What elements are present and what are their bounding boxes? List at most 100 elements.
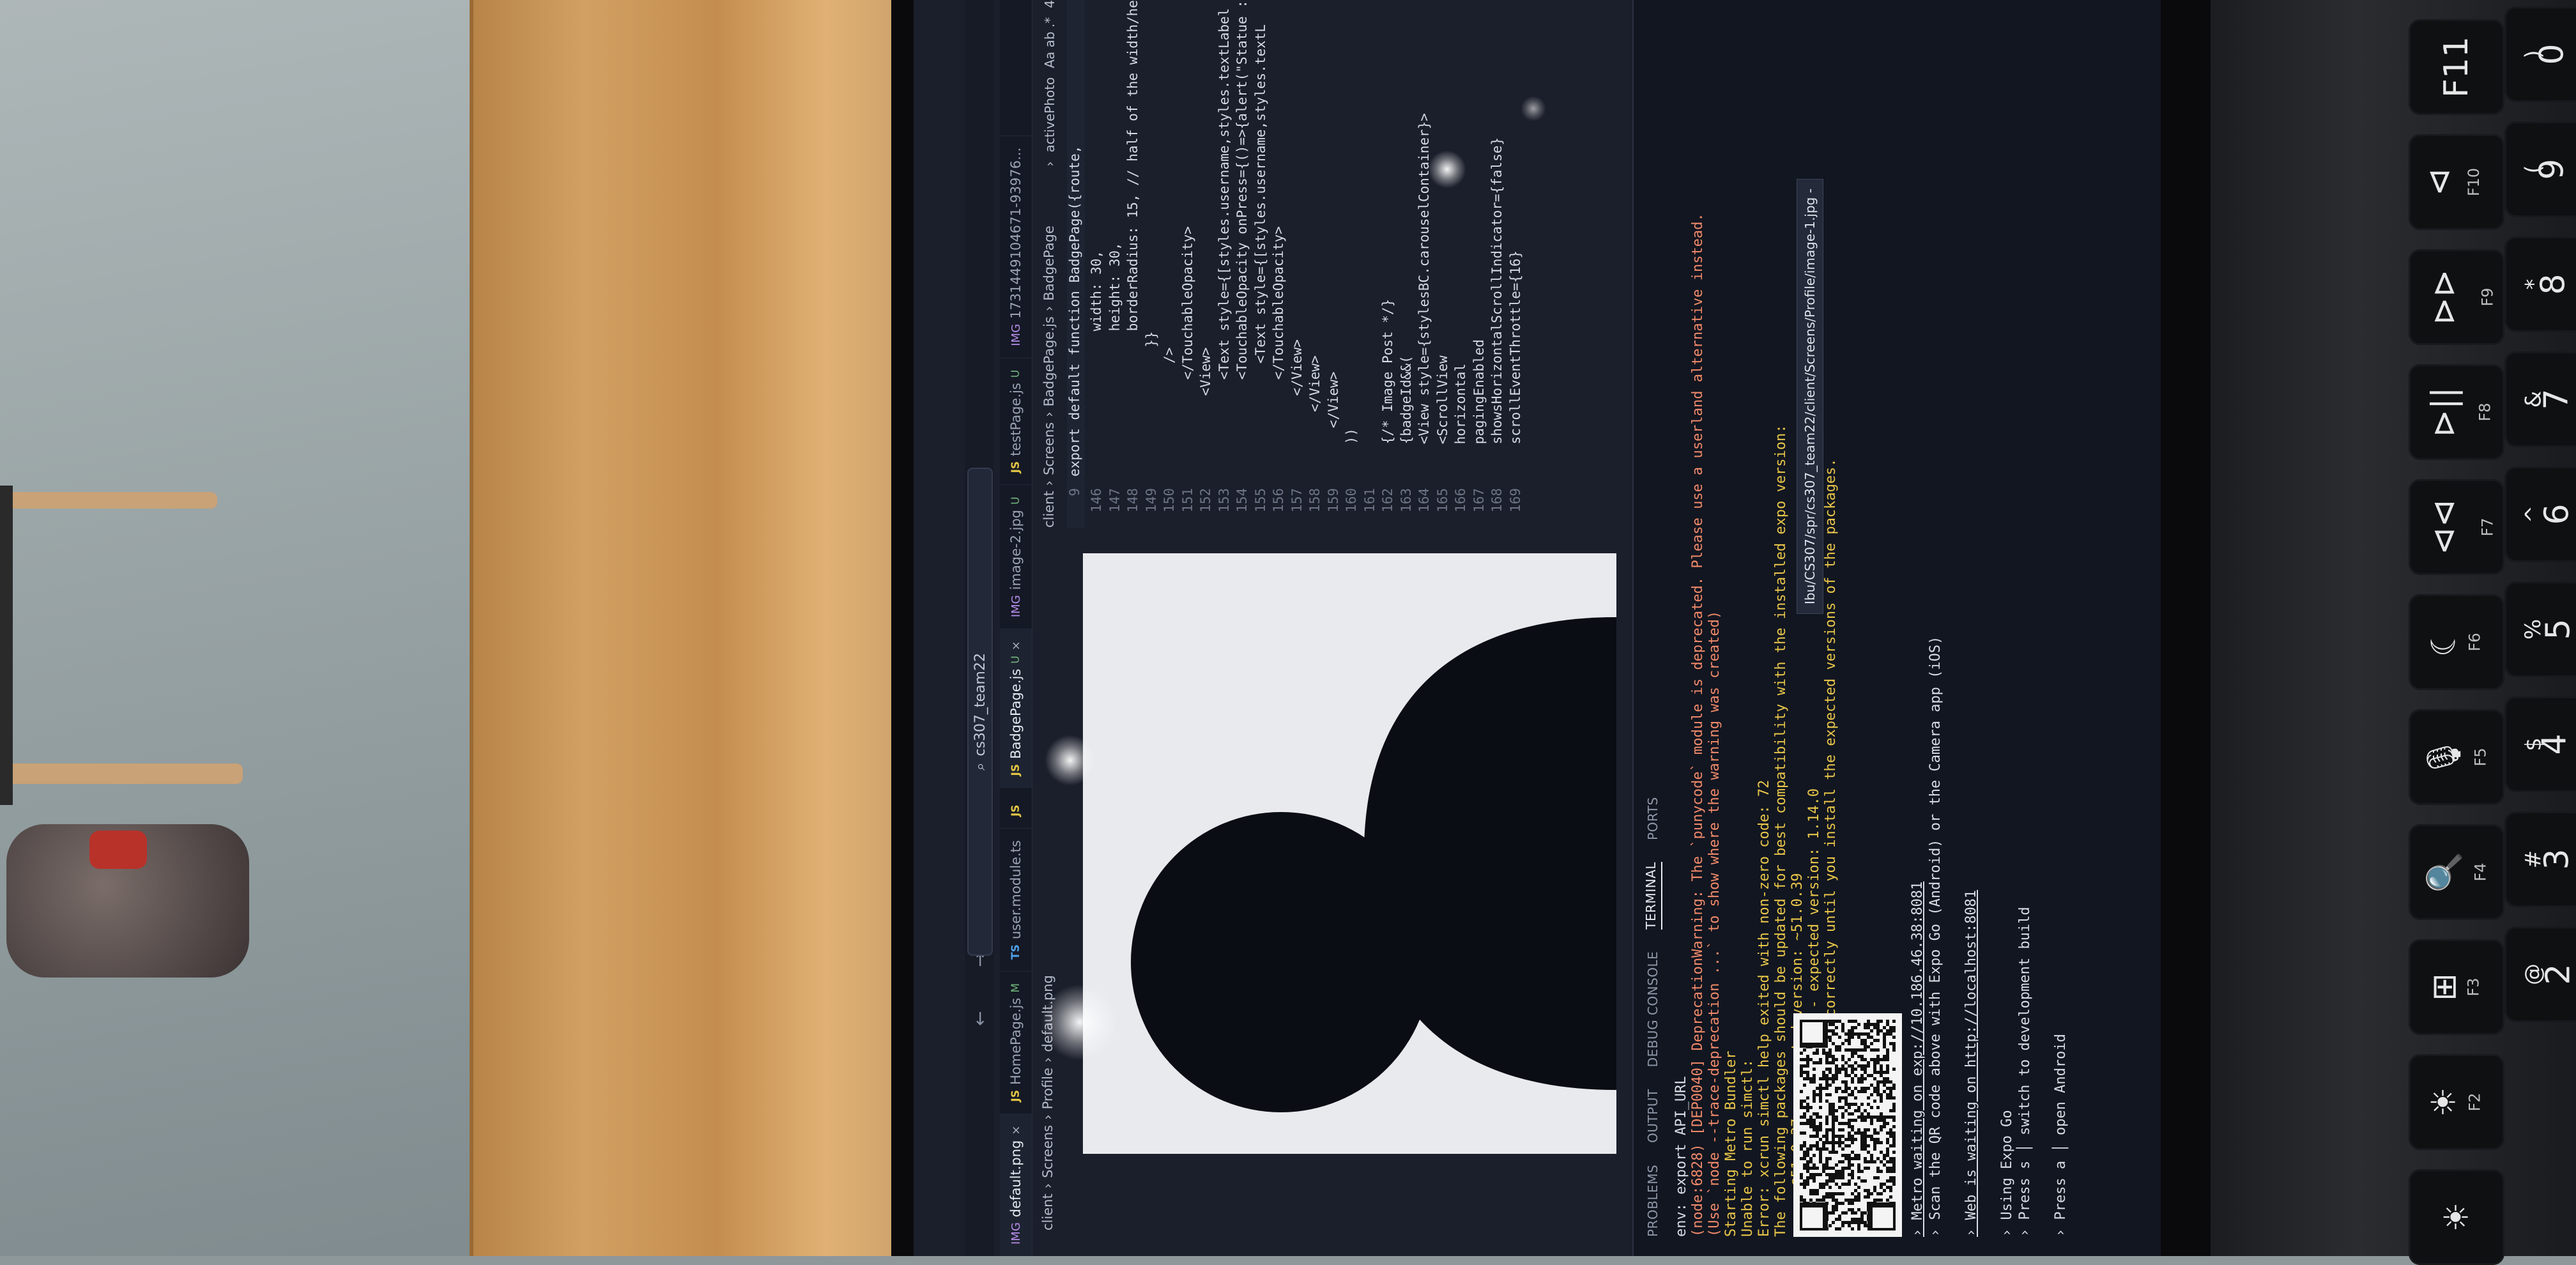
function-key[interactable]: 🔍 F4 xyxy=(2409,824,2504,920)
key-label: ☾ xyxy=(2425,627,2464,657)
editor-tab[interactable]: JS testPage.js U xyxy=(1000,357,1032,485)
code-line: 165 <ScrollView xyxy=(1435,355,1453,528)
panel-tab-ports[interactable]: PORTS xyxy=(1645,797,1660,840)
find-options[interactable]: Aa ab .* xyxy=(1042,17,1057,68)
code-line: 152 <View> xyxy=(1198,348,1216,528)
code-line: 158 </View> xyxy=(1307,355,1325,528)
sticky-header-line: 9 export default function BadgePage({rou… xyxy=(1067,0,1085,528)
editor-tab[interactable]: JS xyxy=(1000,787,1032,829)
editor-tab[interactable]: IMG image-2.jpg U xyxy=(1000,484,1032,629)
function-key[interactable]: ⊳⊳ F9 xyxy=(2409,249,2504,345)
command-center-search[interactable]: ⌕ cs307_team22 xyxy=(967,468,993,956)
editor-tab[interactable]: IMG 1731449104671-93976... xyxy=(1000,135,1032,358)
code-text: borderRadius: 15, // half of the width/h… xyxy=(1125,0,1140,477)
terminal-line[interactable]: › Web is waiting on http://localhost:808… xyxy=(1963,890,1982,1237)
function-key[interactable]: ⊞ F3 xyxy=(2409,939,2504,1035)
editor-tab[interactable]: IMG default.png × xyxy=(1000,1113,1032,1256)
close-icon[interactable]: × xyxy=(1009,641,1023,650)
screen-glare xyxy=(1521,96,1546,121)
function-key[interactable]: F11 xyxy=(2409,19,2504,115)
line-number: 151 xyxy=(1179,488,1195,512)
close-icon[interactable]: × xyxy=(1009,1126,1023,1135)
function-key[interactable]: ☾ F6 xyxy=(2409,594,2504,690)
screen-glare xyxy=(1428,150,1466,188)
number-key[interactable]: ^ 6 xyxy=(2504,466,2576,562)
wooden-desk xyxy=(470,0,914,1256)
function-key[interactable]: ☀ F2 xyxy=(2409,1054,2504,1150)
key-label: ☀ xyxy=(2425,1087,2464,1117)
breadcrumb-item[interactable]: client xyxy=(1040,1193,1055,1230)
code-line: 150 /> xyxy=(1162,348,1179,528)
image-preview-pane xyxy=(1067,547,1629,1218)
terminal-line: › Scan the QR code above with Expo Go (A… xyxy=(1928,636,1943,1237)
line-number: 155 xyxy=(1252,488,1268,512)
code-text: {/* Image Post */} xyxy=(1380,298,1395,477)
function-key[interactable]: ⊲ F10 xyxy=(2409,134,2504,230)
number-key[interactable]: * 8 xyxy=(2504,236,2576,332)
code-text: height: 30, xyxy=(1107,242,1123,477)
number-key[interactable]: $4 xyxy=(2504,696,2576,792)
code-text: </View> xyxy=(1289,339,1305,477)
breadcrumb-item[interactable]: BadgePage xyxy=(1041,226,1057,301)
number-key[interactable]: (9 xyxy=(2504,121,2576,217)
line-number: 168 xyxy=(1489,488,1505,512)
backpack-tag xyxy=(89,831,147,869)
breadcrumb-item[interactable]: Screens xyxy=(1041,422,1057,475)
code-editor[interactable]: client › Screens › BadgePage.js › BadgePage 9 … xyxy=(1041,0,1629,528)
title-bar: ← → ⌕ cs307_team22 xyxy=(965,0,994,1256)
editor-tab[interactable]: JS BadgePage.js U × xyxy=(1000,629,1032,788)
code-text: </View> xyxy=(1325,371,1341,477)
breadcrumb-item[interactable]: BadgePage.js xyxy=(1041,316,1057,406)
screen-glare xyxy=(1041,984,1118,1061)
key-label: 🎙 xyxy=(2425,735,2464,779)
file-path-tooltip: Ibu/CS307/spr/cs307_team22/client/Screen… xyxy=(1797,179,1823,614)
line-number: 147 xyxy=(1107,488,1123,512)
number-key[interactable]: #3 xyxy=(2504,811,2576,907)
function-key[interactable]: ⊳|| F8 xyxy=(2409,364,2504,460)
panel-tab-debug-console[interactable]: DEBUG CONSOLE xyxy=(1645,951,1660,1068)
breadcrumb-item[interactable]: Screens xyxy=(1040,1125,1055,1178)
panel-tab-problems[interactable]: PROBLEMS xyxy=(1645,1165,1660,1237)
vscode-window: ← → ⌕ cs307_team22 IMG default.png × JS Home… xyxy=(914,0,2161,1256)
editor-tab[interactable]: JS HomePage.js M xyxy=(1000,971,1032,1114)
line-number: 169 xyxy=(1507,488,1523,512)
breadcrumb-item[interactable]: Profile xyxy=(1040,1068,1055,1109)
shelf-post xyxy=(0,486,13,805)
code-line: 159 </View> xyxy=(1326,372,1344,528)
line-number: 161 xyxy=(1361,488,1377,512)
breadcrumb-item[interactable]: client xyxy=(1041,491,1057,528)
function-key[interactable]: 🎙 F5 xyxy=(2409,709,2504,805)
tab-label: HomePage.js xyxy=(1008,997,1023,1085)
line-number: 156 xyxy=(1271,488,1286,512)
function-key[interactable]: ⊲⊲ F7 xyxy=(2409,479,2504,575)
line-number: 157 xyxy=(1289,488,1305,512)
line-number: 159 xyxy=(1325,488,1341,512)
key-fn-label: F2 xyxy=(2465,1092,2484,1112)
number-key[interactable]: ) 0 xyxy=(2504,6,2576,102)
chevron-right-icon: › xyxy=(1040,1183,1055,1189)
code-line: 160 )) xyxy=(1344,428,1361,528)
code-text: /> xyxy=(1162,347,1177,477)
line-number: 158 xyxy=(1307,488,1322,512)
find-input[interactable]: activePhoto xyxy=(1042,77,1057,153)
number-key[interactable]: & 7 xyxy=(2504,351,2576,447)
code-line: 156 </TouchableOpacity> xyxy=(1271,226,1289,528)
number-key[interactable]: @2 xyxy=(2504,926,2576,1022)
code-text: pagingEnabled xyxy=(1471,339,1487,477)
key-fn-label: F8 xyxy=(2476,402,2494,422)
terminal-line: › Using Expo Go xyxy=(1999,1110,2015,1237)
function-key[interactable]: ☀ xyxy=(2409,1169,2504,1265)
panel-tab-terminal[interactable]: TERMINAL xyxy=(1643,861,1662,930)
tab-label: default.png xyxy=(1008,1140,1023,1218)
key-fn-label: F10 xyxy=(2464,167,2483,197)
terminal-line[interactable]: › Metro waiting on exp://10.186.46.38:80… xyxy=(1910,882,1929,1237)
find-chevron-icon[interactable]: › xyxy=(1042,162,1057,167)
code-line: 148 borderRadius: 15, // half of the wid… xyxy=(1125,0,1143,528)
code-text: showsHorizontalScrollIndicator={false} xyxy=(1489,137,1505,477)
chevron-right-icon: › xyxy=(1041,480,1057,486)
key-label: 🔍 xyxy=(2425,851,2464,893)
panel-tab-output[interactable]: OUTPUT xyxy=(1645,1089,1660,1143)
tab-modified-badge: U xyxy=(1009,496,1022,505)
editor-tab[interactable]: TS user.module.ts xyxy=(1000,828,1032,971)
number-key[interactable]: % 5 xyxy=(2504,581,2576,677)
